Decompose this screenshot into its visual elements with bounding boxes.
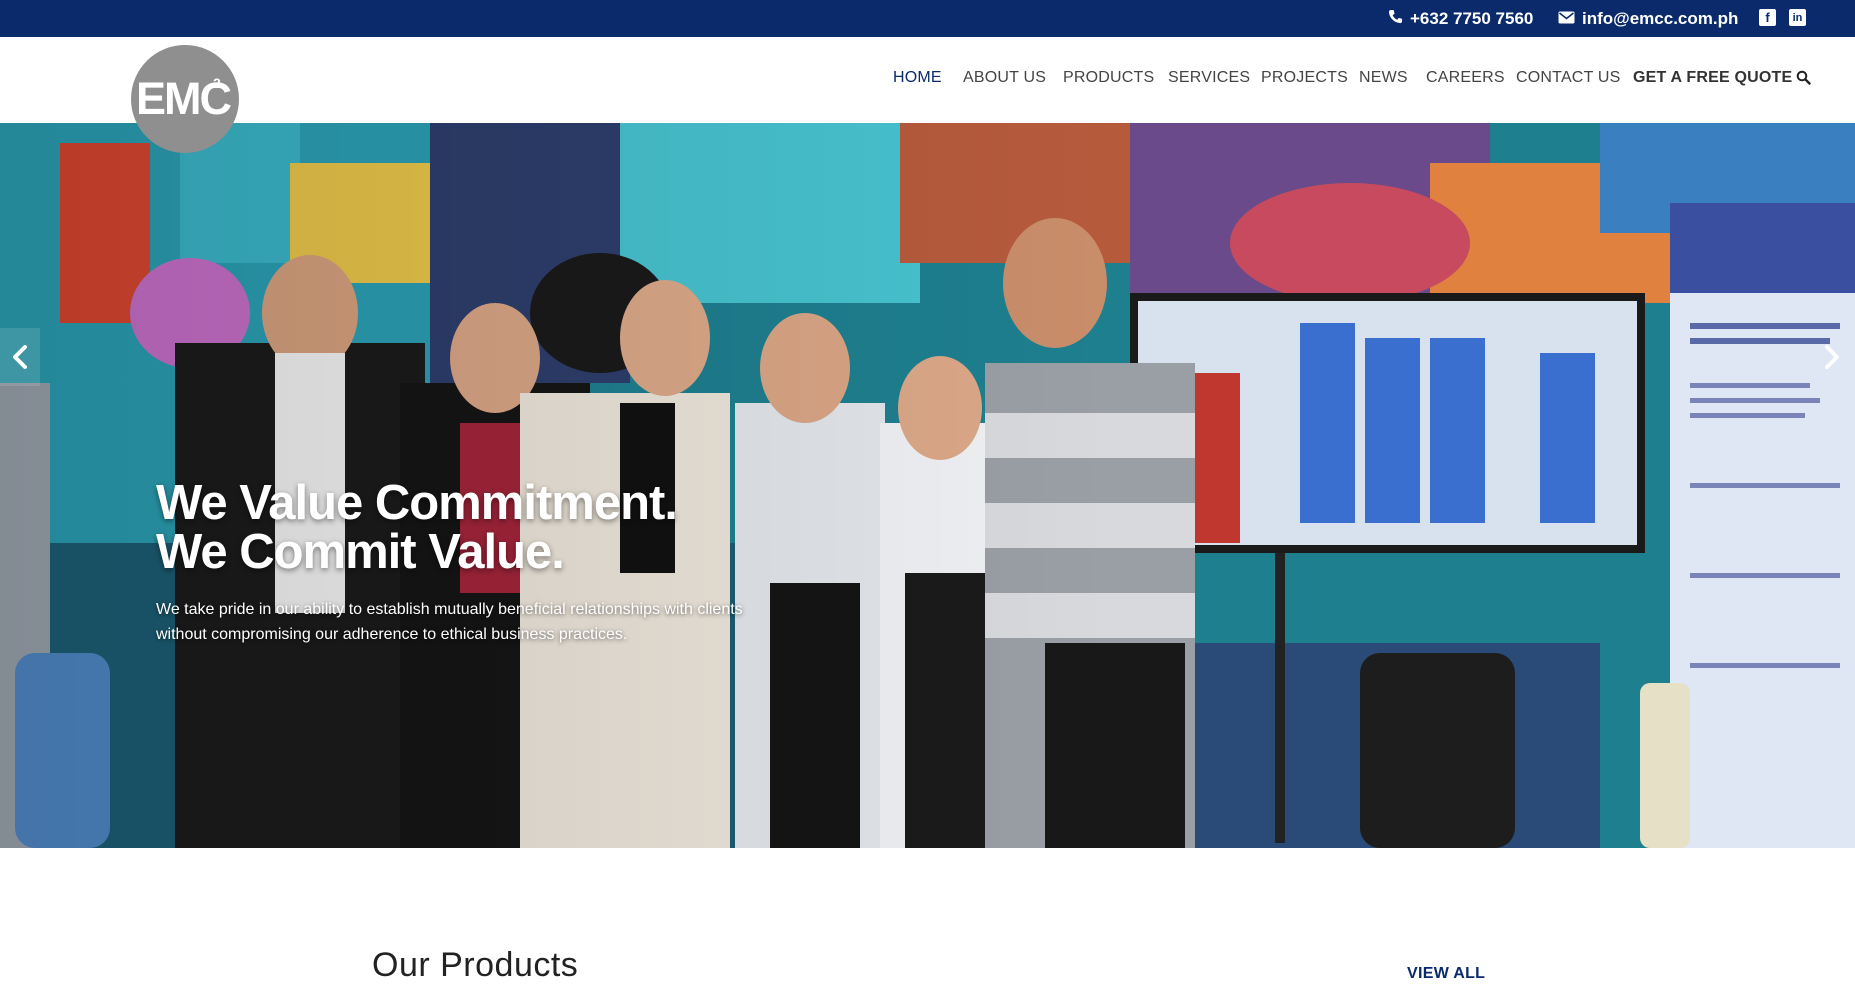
email-link[interactable]: info@emcc.com.ph	[1558, 0, 1738, 37]
phone-number: +632 7750 7560	[1410, 8, 1534, 28]
envelope-icon	[1558, 9, 1575, 29]
hero-slider: We Value Commitment. We Commit Value. We…	[0, 123, 1855, 848]
slider-prev-button[interactable]	[0, 328, 40, 386]
nav-news[interactable]: NEWS	[1359, 68, 1408, 88]
hero-subtext-line1: We take pride in our ability to establis…	[156, 601, 743, 618]
get-free-quote-button[interactable]: GET A FREE QUOTE	[1633, 68, 1792, 88]
hero-headline-line2: We Commit Value.	[156, 525, 565, 579]
chevron-right-icon	[1825, 345, 1839, 369]
nav-contact-us[interactable]: CONTACT US	[1516, 68, 1621, 88]
nav-projects[interactable]: PROJECTS	[1261, 68, 1348, 88]
products-section-title: Our Products	[372, 946, 579, 984]
phone-icon	[1388, 9, 1403, 29]
site-logo[interactable]: EMC 2	[131, 45, 239, 153]
view-all-link[interactable]: VIEW ALL	[1407, 965, 1485, 983]
search-icon[interactable]	[1796, 70, 1811, 85]
facebook-icon[interactable]: f	[1759, 9, 1776, 26]
nav-about-us[interactable]: ABOUT US	[963, 68, 1046, 88]
hero-headline: We Value Commitment. We Commit Value.	[156, 476, 678, 579]
linkedin-icon[interactable]: in	[1789, 9, 1806, 26]
hero-subtext-line2: without compromising our adherence to et…	[156, 626, 628, 643]
hero-subtext: We take pride in our ability to establis…	[156, 597, 816, 647]
nav-home[interactable]: HOME	[893, 68, 942, 88]
nav-products[interactable]: PRODUCTS	[1063, 68, 1154, 88]
chevron-left-icon	[13, 345, 27, 369]
slider-next-button[interactable]	[1812, 328, 1852, 386]
logo-superscript: 2	[213, 75, 221, 91]
nav-services[interactable]: SERVICES	[1168, 68, 1250, 88]
email-address: info@emcc.com.ph	[1582, 8, 1739, 28]
phone-link[interactable]: +632 7750 7560	[1388, 0, 1533, 37]
nav-careers[interactable]: CAREERS	[1426, 68, 1505, 88]
top-bar: +632 7750 7560 info@emcc.com.ph f in	[0, 0, 1855, 37]
hero-headline-line1: We Value Commitment.	[156, 476, 678, 530]
